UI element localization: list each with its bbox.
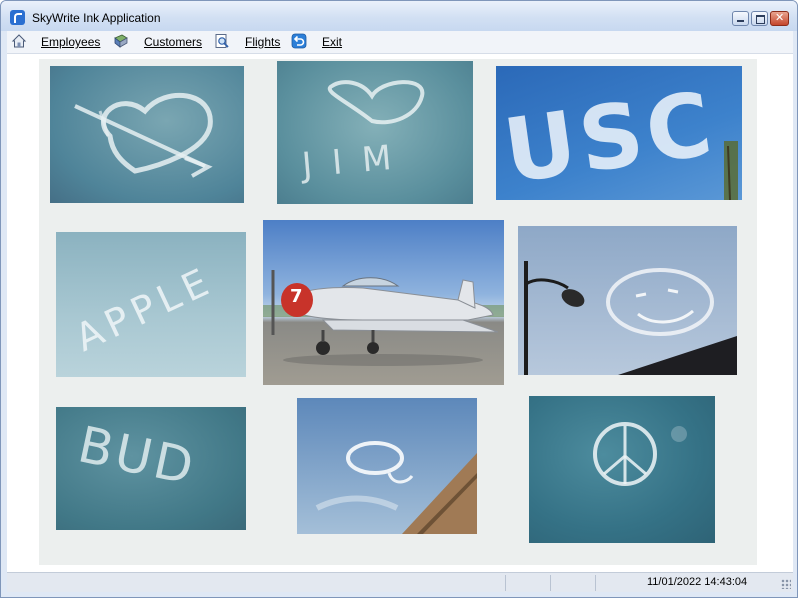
maximize-button[interactable] <box>751 11 768 26</box>
title-bar[interactable]: SkyWrite Ink Application <box>1 1 797 31</box>
photo-smiley <box>518 226 737 375</box>
minimize-button[interactable] <box>732 11 749 26</box>
app-icon <box>10 10 25 25</box>
photo-bubble <box>297 398 477 534</box>
status-bar: 11/01/2022 14:43:04 <box>7 572 793 593</box>
photo-peace-sign <box>529 396 715 543</box>
close-button[interactable] <box>770 11 789 26</box>
search-document-icon[interactable] <box>214 33 230 49</box>
menu-bar: Employees Customers Flights Exit <box>7 31 793 54</box>
photo-usc: USC <box>496 66 742 200</box>
resize-grip-icon[interactable] <box>781 579 791 589</box>
menu-customers[interactable]: Customers <box>144 35 202 49</box>
house-icon[interactable] <box>11 33 27 49</box>
status-separator <box>595 575 596 591</box>
photo-heart-arrow <box>50 66 244 203</box>
skywriting-text: APPLE <box>68 257 221 361</box>
back-arrow-icon[interactable] <box>291 33 307 49</box>
status-separator <box>550 575 551 591</box>
skywriting-text: BUD <box>73 415 202 497</box>
menu-flights[interactable]: Flights <box>245 35 280 49</box>
status-separator <box>505 575 506 591</box>
menu-exit[interactable]: Exit <box>322 35 342 49</box>
window-title: SkyWrite Ink Application <box>32 11 161 25</box>
photo-apple: APPLE <box>56 232 246 377</box>
book-icon[interactable] <box>113 33 129 49</box>
skywriting-collage: JIM USC APPLE 7 BUD <box>39 59 757 565</box>
main-content: JIM USC APPLE 7 BUD <box>7 54 793 572</box>
plane-number: 7 <box>290 286 303 307</box>
app-window: SkyWrite Ink Application Employees Custo… <box>0 0 798 598</box>
window-border <box>1 592 797 597</box>
photo-heart-jim: JIM <box>277 61 473 204</box>
photo-bud: BUD <box>56 407 246 530</box>
photo-airplane: 7 <box>263 220 504 385</box>
menu-employees[interactable]: Employees <box>41 35 100 49</box>
status-datetime: 11/01/2022 14:43:04 <box>647 576 748 588</box>
